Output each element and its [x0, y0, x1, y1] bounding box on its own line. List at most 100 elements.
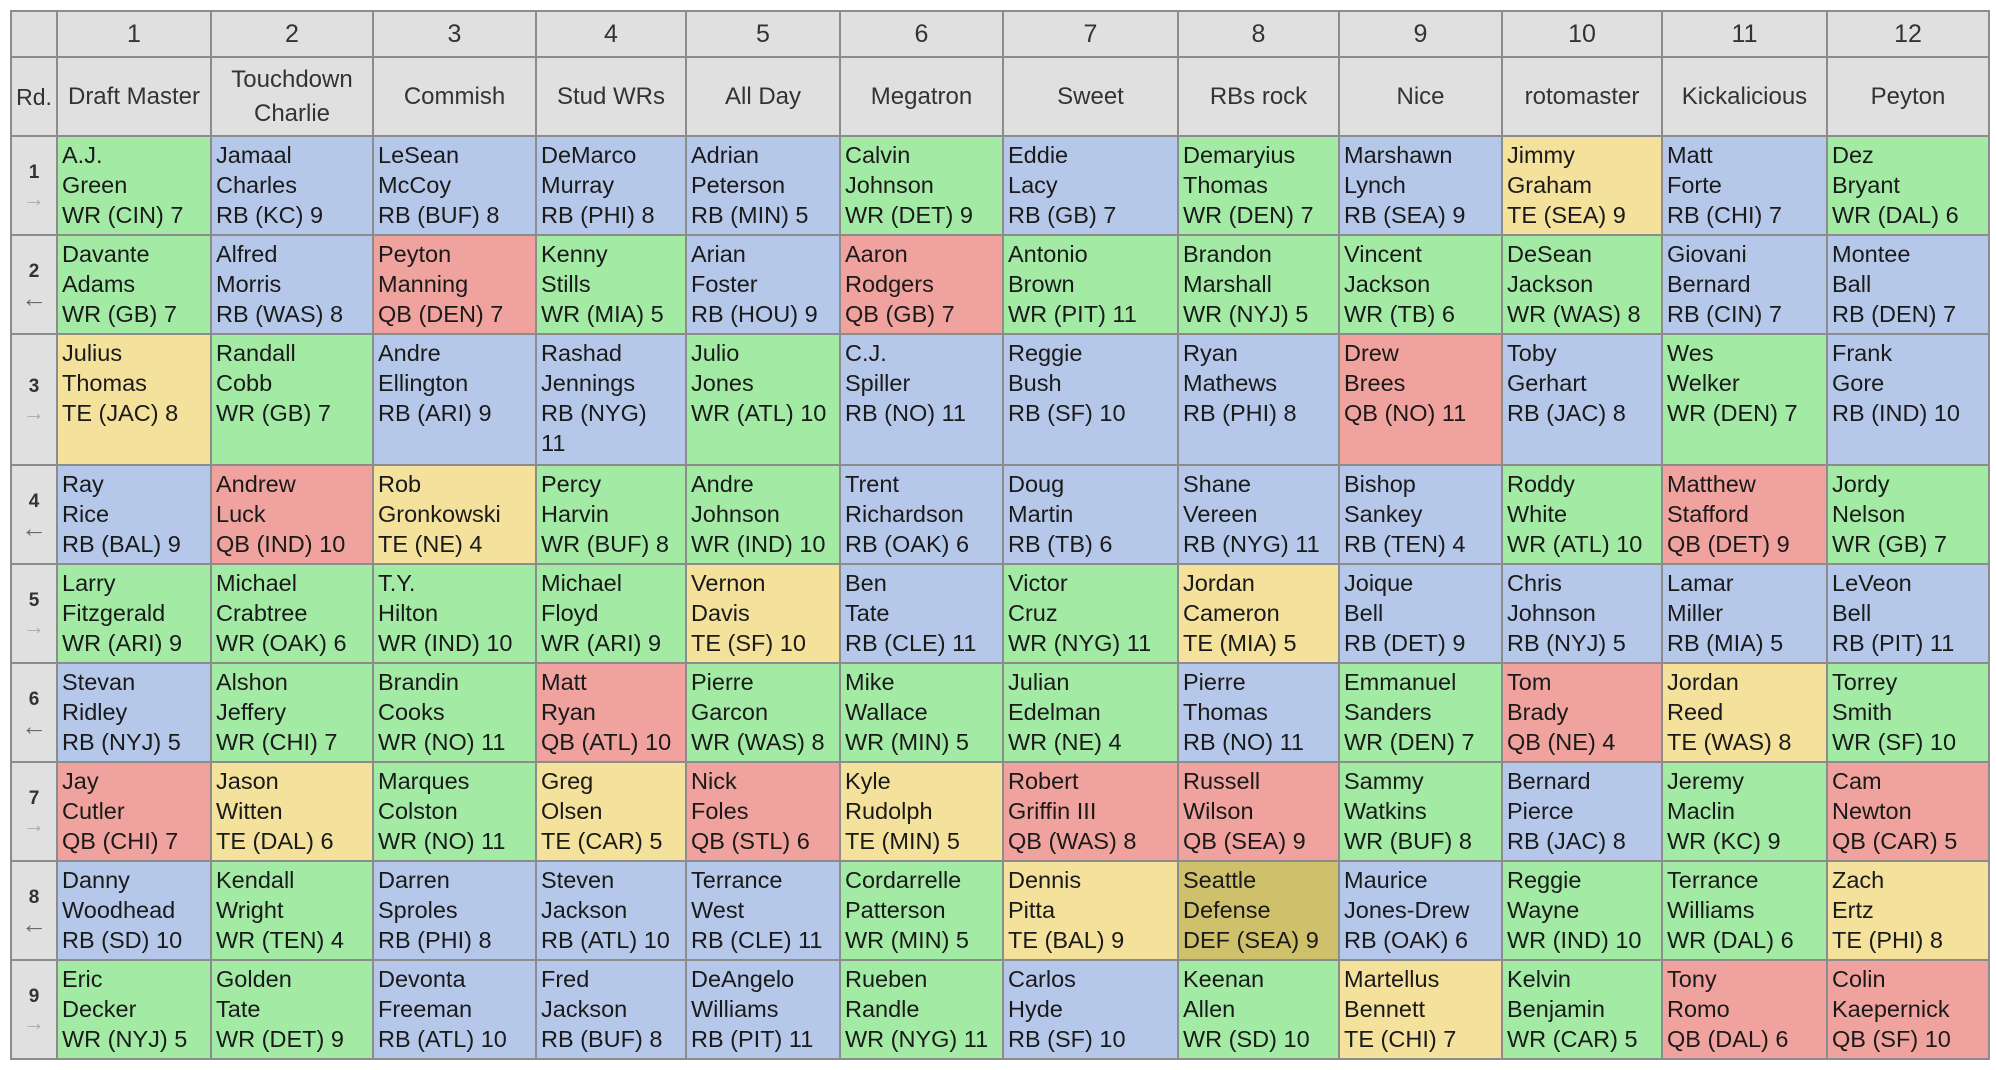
- pick-cell[interactable]: Joique Bell RB (DET) 9: [1338, 563, 1503, 664]
- pick-cell[interactable]: Reggie Wayne WR (IND) 10: [1501, 860, 1663, 961]
- pick-cell[interactable]: Rashad Jennings RB (NYG) 11: [535, 333, 687, 466]
- pick-cell[interactable]: Larry Fitzgerald WR (ARI) 9: [56, 563, 212, 664]
- team-name-header[interactable]: Draft Master: [56, 56, 212, 137]
- pick-cell[interactable]: Terrance West RB (CLE) 11: [685, 860, 841, 961]
- team-name-header[interactable]: All Day: [685, 56, 841, 137]
- pick-cell[interactable]: Frank Gore RB (IND) 10: [1826, 333, 1990, 466]
- pick-cell[interactable]: Keenan Allen WR (SD) 10: [1177, 959, 1340, 1060]
- pick-cell[interactable]: Roddy White WR (ATL) 10: [1501, 464, 1663, 565]
- pick-cell[interactable]: Antonio Brown WR (PIT) 11: [1002, 234, 1179, 335]
- pick-cell[interactable]: Randall Cobb WR (GB) 7: [210, 333, 374, 466]
- pick-cell[interactable]: Ryan Mathews RB (PHI) 8: [1177, 333, 1340, 466]
- pick-cell[interactable]: Andrew Luck QB (IND) 10: [210, 464, 374, 565]
- pick-cell[interactable]: Jamaal Charles RB (KC) 9: [210, 135, 374, 236]
- pick-cell[interactable]: Trent Richardson RB (OAK) 6: [839, 464, 1004, 565]
- pick-cell[interactable]: Maurice Jones-Drew RB (OAK) 6: [1338, 860, 1503, 961]
- pick-cell[interactable]: Zach Ertz TE (PHI) 8: [1826, 860, 1990, 961]
- pick-cell[interactable]: Cam Newton QB (CAR) 5: [1826, 761, 1990, 862]
- pick-cell[interactable]: Bishop Sankey RB (TEN) 4: [1338, 464, 1503, 565]
- pick-cell[interactable]: Julio Jones WR (ATL) 10: [685, 333, 841, 466]
- pick-cell[interactable]: Rob Gronkowski TE (NE) 4: [372, 464, 537, 565]
- pick-cell[interactable]: Vincent Jackson WR (TB) 6: [1338, 234, 1503, 335]
- pick-cell[interactable]: Michael Floyd WR (ARI) 9: [535, 563, 687, 664]
- pick-cell[interactable]: Colin Kaepernick QB (SF) 10: [1826, 959, 1990, 1060]
- team-name-header[interactable]: rotomaster: [1501, 56, 1663, 137]
- pick-cell[interactable]: Bernard Pierce RB (JAC) 8: [1501, 761, 1663, 862]
- pick-cell[interactable]: Sammy Watkins WR (BUF) 8: [1338, 761, 1503, 862]
- pick-cell[interactable]: Giovani Bernard RB (CIN) 7: [1661, 234, 1828, 335]
- pick-cell[interactable]: Calvin Johnson WR (DET) 9: [839, 135, 1004, 236]
- pick-cell[interactable]: Drew Brees QB (NO) 11: [1338, 333, 1503, 466]
- pick-cell[interactable]: A.J. Green WR (CIN) 7: [56, 135, 212, 236]
- pick-cell[interactable]: Golden Tate WR (DET) 9: [210, 959, 374, 1060]
- pick-cell[interactable]: Jimmy Graham TE (SEA) 9: [1501, 135, 1663, 236]
- team-name-header[interactable]: Megatron: [839, 56, 1004, 137]
- pick-cell[interactable]: Ray Rice RB (BAL) 9: [56, 464, 212, 565]
- pick-cell[interactable]: C.J. Spiller RB (NO) 11: [839, 333, 1004, 466]
- pick-cell[interactable]: Brandin Cooks WR (NO) 11: [372, 662, 537, 763]
- pick-cell[interactable]: Robert Griffin III QB (WAS) 8: [1002, 761, 1179, 862]
- pick-cell[interactable]: Devonta Freeman RB (ATL) 10: [372, 959, 537, 1060]
- pick-cell[interactable]: Michael Crabtree WR (OAK) 6: [210, 563, 374, 664]
- pick-cell[interactable]: Chris Johnson RB (NYJ) 5: [1501, 563, 1663, 664]
- pick-cell[interactable]: Andre Johnson WR (IND) 10: [685, 464, 841, 565]
- team-name-header[interactable]: Kickalicious: [1661, 56, 1828, 137]
- pick-cell[interactable]: Montee Ball RB (DEN) 7: [1826, 234, 1990, 335]
- pick-cell[interactable]: Matt Ryan QB (ATL) 10: [535, 662, 687, 763]
- pick-cell[interactable]: Fred Jackson RB (BUF) 8: [535, 959, 687, 1060]
- pick-cell[interactable]: Eric Decker WR (NYJ) 5: [56, 959, 212, 1060]
- team-name-header[interactable]: Stud WRs: [535, 56, 687, 137]
- team-name-header[interactable]: Nice: [1338, 56, 1503, 137]
- pick-cell[interactable]: Carlos Hyde RB (SF) 10: [1002, 959, 1179, 1060]
- pick-cell[interactable]: Percy Harvin WR (BUF) 8: [535, 464, 687, 565]
- pick-cell[interactable]: Jay Cutler QB (CHI) 7: [56, 761, 212, 862]
- pick-cell[interactable]: LeVeon Bell RB (PIT) 11: [1826, 563, 1990, 664]
- pick-cell[interactable]: Matt Forte RB (CHI) 7: [1661, 135, 1828, 236]
- pick-cell[interactable]: Vernon Davis TE (SF) 10: [685, 563, 841, 664]
- pick-cell[interactable]: Lamar Miller RB (MIA) 5: [1661, 563, 1828, 664]
- pick-cell[interactable]: Marshawn Lynch RB (SEA) 9: [1338, 135, 1503, 236]
- pick-cell[interactable]: Ben Tate RB (CLE) 11: [839, 563, 1004, 664]
- pick-cell[interactable]: Darren Sproles RB (PHI) 8: [372, 860, 537, 961]
- pick-cell[interactable]: Kendall Wright WR (TEN) 4: [210, 860, 374, 961]
- pick-cell[interactable]: DeSean Jackson WR (WAS) 8: [1501, 234, 1663, 335]
- pick-cell[interactable]: Kenny Stills WR (MIA) 5: [535, 234, 687, 335]
- pick-cell[interactable]: DeMarco Murray RB (PHI) 8: [535, 135, 687, 236]
- pick-cell[interactable]: Kelvin Benjamin WR (CAR) 5: [1501, 959, 1663, 1060]
- pick-cell[interactable]: Matthew Stafford QB (DET) 9: [1661, 464, 1828, 565]
- pick-cell[interactable]: Pierre Thomas RB (NO) 11: [1177, 662, 1340, 763]
- team-name-header[interactable]: Sweet: [1002, 56, 1179, 137]
- pick-cell[interactable]: Dennis Pitta TE (BAL) 9: [1002, 860, 1179, 961]
- team-name-header[interactable]: Commish: [372, 56, 537, 137]
- pick-cell[interactable]: Julius Thomas TE (JAC) 8: [56, 333, 212, 466]
- pick-cell[interactable]: Jason Witten TE (DAL) 6: [210, 761, 374, 862]
- pick-cell[interactable]: Russell Wilson QB (SEA) 9: [1177, 761, 1340, 862]
- team-name-header[interactable]: RBs rock: [1177, 56, 1340, 137]
- team-name-header[interactable]: Peyton: [1826, 56, 1990, 137]
- pick-cell[interactable]: Dez Bryant WR (DAL) 6: [1826, 135, 1990, 236]
- pick-cell[interactable]: Kyle Rudolph TE (MIN) 5: [839, 761, 1004, 862]
- pick-cell[interactable]: Reggie Bush RB (SF) 10: [1002, 333, 1179, 466]
- pick-cell[interactable]: Davante Adams WR (GB) 7: [56, 234, 212, 335]
- pick-cell[interactable]: Rueben Randle WR (NYG) 11: [839, 959, 1004, 1060]
- pick-cell[interactable]: Shane Vereen RB (NYG) 11: [1177, 464, 1340, 565]
- pick-cell[interactable]: Nick Foles QB (STL) 6: [685, 761, 841, 862]
- pick-cell[interactable]: Toby Gerhart RB (JAC) 8: [1501, 333, 1663, 466]
- pick-cell[interactable]: Alfred Morris RB (WAS) 8: [210, 234, 374, 335]
- pick-cell[interactable]: Tom Brady QB (NE) 4: [1501, 662, 1663, 763]
- pick-cell[interactable]: Arian Foster RB (HOU) 9: [685, 234, 841, 335]
- pick-cell[interactable]: Danny Woodhead RB (SD) 10: [56, 860, 212, 961]
- pick-cell[interactable]: Seattle Defense DEF (SEA) 9: [1177, 860, 1340, 961]
- pick-cell[interactable]: Julian Edelman WR (NE) 4: [1002, 662, 1179, 763]
- pick-cell[interactable]: Emmanuel Sanders WR (DEN) 7: [1338, 662, 1503, 763]
- pick-cell[interactable]: Pierre Garcon WR (WAS) 8: [685, 662, 841, 763]
- pick-cell[interactable]: Andre Ellington RB (ARI) 9: [372, 333, 537, 466]
- pick-cell[interactable]: Peyton Manning QB (DEN) 7: [372, 234, 537, 335]
- pick-cell[interactable]: Aaron Rodgers QB (GB) 7: [839, 234, 1004, 335]
- pick-cell[interactable]: Eddie Lacy RB (GB) 7: [1002, 135, 1179, 236]
- pick-cell[interactable]: Cordarrelle Patterson WR (MIN) 5: [839, 860, 1004, 961]
- pick-cell[interactable]: Jordan Reed TE (WAS) 8: [1661, 662, 1828, 763]
- pick-cell[interactable]: Brandon Marshall WR (NYJ) 5: [1177, 234, 1340, 335]
- pick-cell[interactable]: Stevan Ridley RB (NYJ) 5: [56, 662, 212, 763]
- pick-cell[interactable]: Doug Martin RB (TB) 6: [1002, 464, 1179, 565]
